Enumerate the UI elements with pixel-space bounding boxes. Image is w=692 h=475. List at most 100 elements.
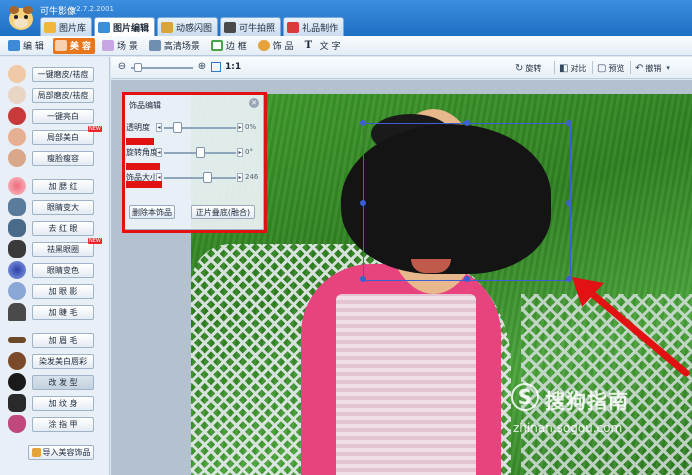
rotate-label: 旋转 xyxy=(525,63,542,73)
resize-handle[interactable] xyxy=(464,276,470,282)
sidebar-button[interactable]: 加 纹 身 xyxy=(32,395,94,411)
tab-flash-image[interactable]: 动感闪图 xyxy=(157,17,219,36)
sidebar-item-eyelash[interactable]: 加 睫 毛 xyxy=(8,303,108,321)
tab-text[interactable]: T 文 字 xyxy=(303,38,345,54)
tab-ornament[interactable]: 饰 品 xyxy=(256,38,298,54)
app-title: 可牛影像 xyxy=(40,7,77,17)
zoom-out-icon[interactable]: ⊖ xyxy=(116,61,128,73)
watermark-text: 搜狗指南 xyxy=(545,389,629,413)
sidebar-button[interactable]: 一键亮白 xyxy=(32,108,94,124)
sidebar-item-eye-color[interactable]: 眼睛变色 xyxy=(8,261,108,279)
tab-image-edit[interactable]: 图片编辑 xyxy=(94,17,156,36)
sidebar-item-nail[interactable]: 涂 指 甲 xyxy=(8,415,108,433)
sidebar-button[interactable]: 眼睛变大 xyxy=(32,199,94,215)
edit-mode-toolbar: 编 辑 美 容 场 景 高清场景 边 框 饰 品 T 文 字 xyxy=(0,36,692,56)
tab-gallery[interactable]: 图片库 xyxy=(40,17,93,36)
zoom-ratio-button[interactable]: 1:1 xyxy=(225,62,241,72)
sidebar-item-slim-face[interactable]: 瘦脸瘦容 xyxy=(8,149,108,167)
tab-beauty[interactable]: 美 容 xyxy=(52,37,96,54)
sidebar-item-tattoo[interactable]: 加 纹 身 xyxy=(8,394,108,412)
sidebar-button[interactable]: 局部美白 xyxy=(32,129,94,145)
tab-edit[interactable]: 编 辑 xyxy=(6,38,48,54)
tab-label: 图片编辑 xyxy=(113,23,150,34)
tab-gift[interactable]: 礼品制作 xyxy=(283,17,345,36)
sidebar-button[interactable]: 瘦脸瘦容 xyxy=(32,150,94,166)
edit-icon xyxy=(8,40,20,51)
rotate-button[interactable]: ↻ 旋转 xyxy=(515,61,541,75)
preview-label: 预览 xyxy=(608,63,625,73)
sidebar-item-blush[interactable]: 加 腮 红 xyxy=(8,177,108,195)
sidebar-button[interactable]: 去 红 眼 xyxy=(32,220,94,236)
scene-icon xyxy=(102,40,115,51)
sidebar-item-local-whitening[interactable]: 局部美白 NEW xyxy=(8,126,108,146)
sidebar-item-hairstyle[interactable]: 改 发 型 xyxy=(8,373,108,391)
hairstyle-icon xyxy=(8,373,26,391)
chevron-down-icon[interactable]: ▾ xyxy=(666,64,670,72)
sub-tab-label: 饰 品 xyxy=(272,42,294,52)
sidebar-item-import[interactable]: 导入美容饰品 xyxy=(28,443,108,461)
resize-handle[interactable] xyxy=(360,276,366,282)
sub-tab-label: 边 框 xyxy=(225,42,247,52)
sogou-logo-icon: S xyxy=(511,383,539,411)
fit-to-window-icon[interactable] xyxy=(211,62,221,72)
sidebar-item-hair-dye[interactable]: 染发美白唇彩 xyxy=(8,352,108,370)
import-ornament-button[interactable]: 导入美容饰品 xyxy=(28,444,94,460)
nail-icon xyxy=(8,415,26,433)
plaid-overalls xyxy=(336,294,476,475)
text-icon: T xyxy=(304,40,313,51)
beauty-icon xyxy=(54,40,67,51)
dark-circle-icon xyxy=(8,240,26,258)
sidebar-item-enlarge-eye[interactable]: 眼睛变大 xyxy=(8,198,108,216)
slim-face-icon xyxy=(8,149,26,167)
sidebar-button[interactable]: 涂 指 甲 xyxy=(32,416,94,432)
tab-frame[interactable]: 边 框 xyxy=(209,38,251,54)
sidebar-button[interactable]: 加 腮 红 xyxy=(32,178,94,194)
resize-handle[interactable] xyxy=(464,120,470,126)
import-label: 导入美容饰品 xyxy=(42,447,91,457)
sidebar-button[interactable]: 加 睫 毛 xyxy=(32,304,94,320)
top-tab-bar: 图片库 图片编辑 动感闪图 可牛拍照 礼品制作 xyxy=(40,17,345,36)
resize-handle[interactable] xyxy=(360,200,366,206)
sidebar-item-eye-shadow[interactable]: 加 眼 影 xyxy=(8,282,108,300)
zoom-in-icon[interactable]: ⊕ xyxy=(196,61,208,73)
sidebar-item-local-smooth[interactable]: 局部磨皮/祛痘 xyxy=(8,86,108,104)
sidebar-button[interactable]: 染发美白唇彩 xyxy=(32,353,94,369)
resize-handle[interactable] xyxy=(360,120,366,126)
eye-shadow-icon xyxy=(8,282,26,300)
tab-label: 图片库 xyxy=(59,23,87,34)
sidebar-button[interactable]: 一键磨皮/祛痘 xyxy=(32,66,94,82)
compare-button[interactable]: ◧ 对比 xyxy=(559,61,586,75)
resize-handle[interactable] xyxy=(566,120,572,126)
compare-label: 对比 xyxy=(570,63,587,73)
tab-hd-scene[interactable]: 高清场景 xyxy=(147,38,204,54)
enlarge-eye-icon xyxy=(8,198,26,216)
ornament-icon xyxy=(257,40,270,51)
zoom-slider-knob[interactable] xyxy=(134,63,142,72)
sidebar-item-dark-circle[interactable]: 祛黑眼圈 NEW xyxy=(8,238,108,258)
eye-color-icon xyxy=(8,261,26,279)
sub-tab-label: 场 景 xyxy=(117,42,138,52)
sidebar-item-whitening[interactable]: 一键亮白 xyxy=(8,107,108,125)
resize-handle[interactable] xyxy=(566,200,572,206)
preview-button[interactable]: ▢ 预览 xyxy=(597,61,624,75)
ornament-selection-box[interactable] xyxy=(360,120,572,282)
sidebar-button[interactable]: 祛黑眼圈 xyxy=(32,241,94,257)
sidebar-button[interactable]: 加 眼 影 xyxy=(32,283,94,299)
sidebar-button[interactable]: 改 发 型 xyxy=(32,374,94,390)
new-badge: NEW xyxy=(88,126,102,132)
eyebrow-icon xyxy=(8,337,26,343)
tab-label: 动感闪图 xyxy=(176,23,213,34)
sidebar-button[interactable]: 加 眉 毛 xyxy=(32,332,94,348)
sub-tab-label: 高清场景 xyxy=(163,42,200,52)
sidebar-button[interactable]: 局部磨皮/祛痘 xyxy=(32,87,94,103)
undo-button[interactable]: ↶ 撤销 ▾ xyxy=(635,61,670,75)
app-version: v2.7.2.2001 xyxy=(72,5,114,13)
hair-dye-icon xyxy=(8,352,26,370)
sidebar-button[interactable]: 眼睛变色 xyxy=(32,262,94,278)
camera-icon xyxy=(224,21,237,33)
sidebar-item-eyebrow[interactable]: 加 眉 毛 xyxy=(8,331,108,349)
sidebar-item-smooth-skin[interactable]: 一键磨皮/祛痘 xyxy=(8,65,108,83)
tab-camera[interactable]: 可牛拍照 xyxy=(220,17,282,36)
sidebar-item-red-eye[interactable]: 去 红 眼 xyxy=(8,219,108,237)
tab-scene[interactable]: 场 景 xyxy=(100,38,142,54)
